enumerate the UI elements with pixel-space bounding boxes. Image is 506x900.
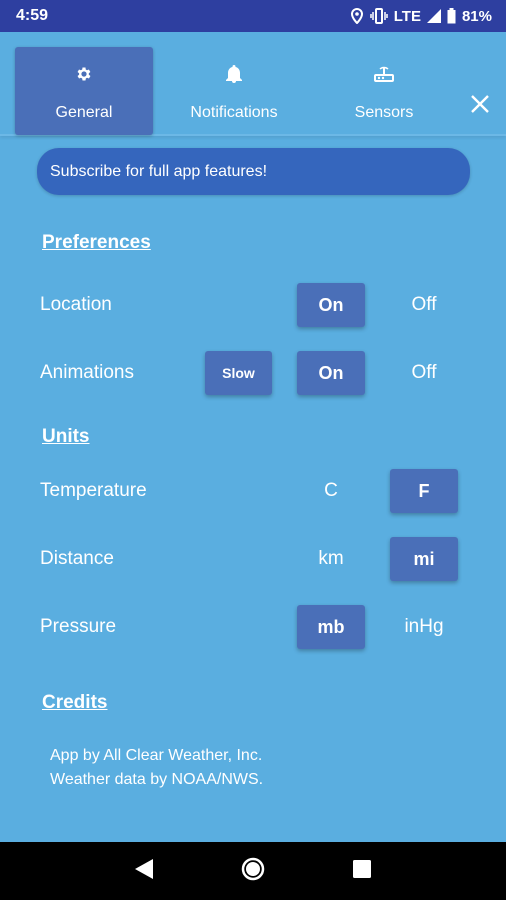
credits-heading: Credits — [42, 692, 108, 713]
preferences-heading: Preferences — [42, 232, 151, 253]
animations-off-button[interactable]: Off — [390, 351, 458, 395]
tab-notifications-label: Notifications — [190, 104, 278, 121]
gear-icon — [75, 65, 93, 88]
navigation-bar — [0, 842, 506, 900]
temperature-label: Temperature — [40, 480, 147, 501]
animations-label: Animations — [40, 362, 134, 383]
animations-on-button[interactable]: On — [297, 351, 365, 395]
pressure-mb-button[interactable]: mb — [297, 605, 365, 649]
back-triangle-icon — [135, 858, 154, 884]
tab-bar: General Notifications Sensors — [0, 32, 506, 136]
credits-line-data: Weather data by NOAA/NWS. — [50, 771, 264, 788]
credits-text: App by All Clear Weather, Inc. Weather d… — [50, 744, 263, 792]
battery-percent: 81% — [461, 7, 492, 25]
tab-general[interactable]: General — [15, 47, 153, 135]
close-button[interactable] — [470, 94, 490, 118]
vibrate-icon — [370, 8, 388, 24]
animations-slow-button[interactable]: Slow — [205, 351, 272, 395]
pressure-label: Pressure — [40, 616, 117, 637]
status-time: 4:59 — [16, 7, 49, 24]
battery-icon — [447, 8, 456, 24]
close-icon — [471, 94, 489, 118]
sensor-icon — [374, 65, 394, 88]
tab-general-label: General — [55, 104, 113, 121]
recents-button[interactable] — [350, 859, 374, 883]
distance-km-button[interactable]: km — [297, 537, 365, 581]
subscribe-button[interactable]: Subscribe for full app features! — [37, 148, 470, 195]
distance-mi-button[interactable]: mi — [390, 537, 458, 581]
recents-square-icon — [352, 859, 371, 883]
location-off-button[interactable]: Off — [390, 283, 458, 327]
home-circle-icon — [241, 857, 265, 886]
tab-notifications[interactable]: Notifications — [165, 47, 303, 135]
signal-icon — [426, 9, 441, 23]
units-heading: Units — [42, 426, 90, 447]
distance-label: Distance — [40, 548, 114, 569]
tab-sensors[interactable]: Sensors — [315, 47, 453, 135]
home-button[interactable] — [241, 857, 265, 886]
bell-icon — [226, 65, 242, 88]
status-bar: 4:59 LTE 81% — [0, 0, 506, 32]
pressure-inhg-button[interactable]: inHg — [390, 605, 458, 649]
location-label: Location — [40, 294, 112, 315]
tab-sensors-label: Sensors — [354, 104, 414, 121]
temperature-c-button[interactable]: C — [297, 469, 365, 513]
status-icons: LTE 81% — [350, 8, 492, 25]
location-on-button[interactable]: On — [297, 283, 365, 327]
temperature-f-button[interactable]: F — [390, 469, 458, 513]
credits-line-app: App by All Clear Weather, Inc. — [50, 747, 263, 764]
location-pin-icon — [350, 8, 364, 24]
back-button[interactable] — [132, 858, 156, 884]
network-type: LTE — [393, 7, 421, 25]
subscribe-label: Subscribe for full app features! — [50, 162, 268, 180]
